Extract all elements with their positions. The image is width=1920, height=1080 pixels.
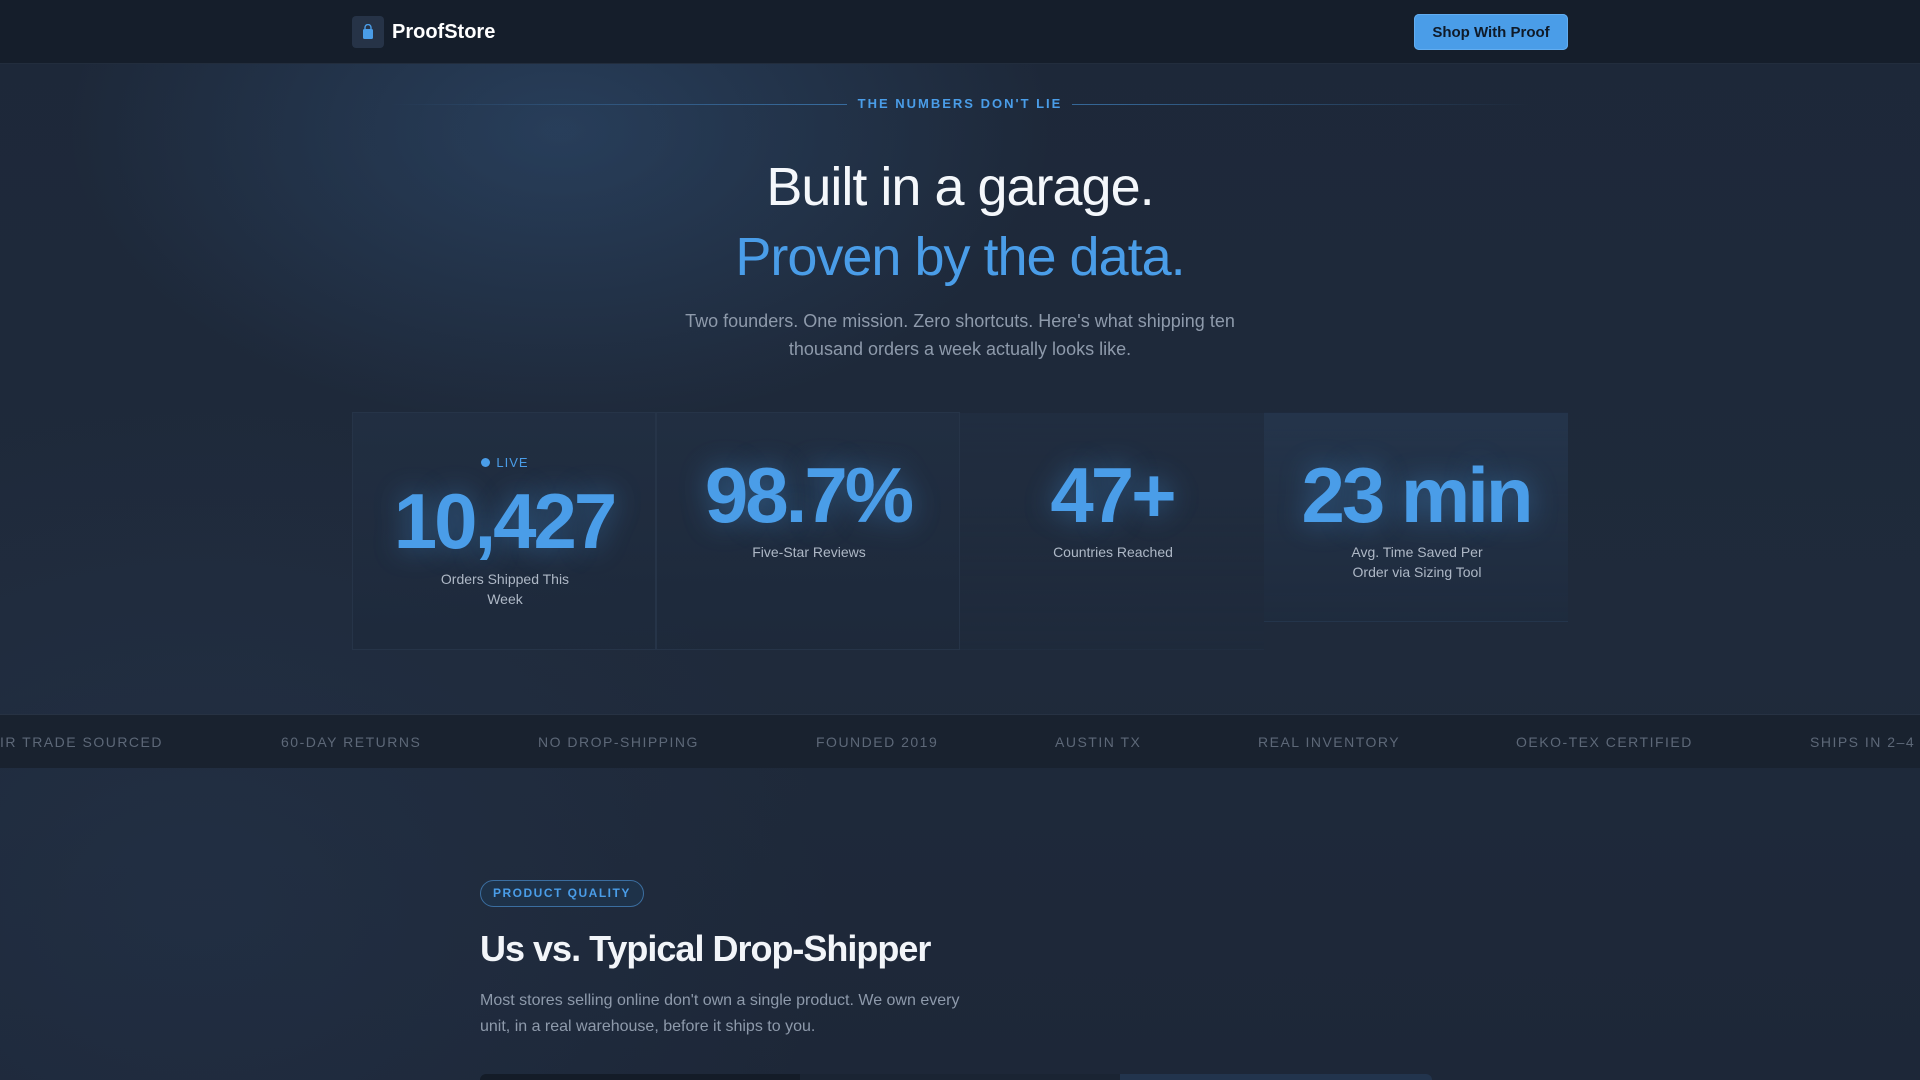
comparison-column-header [1120,1074,1432,1080]
marquee-item: REAL INVENTORY [1258,734,1401,750]
brand-name: ProofStore [392,20,496,43]
eyebrow-divider-left [390,104,847,105]
stat-value: 10,427 [393,477,618,565]
comparison-subtitle: Most stores selling online don't own a s… [480,992,960,1035]
hero-eyebrow: THE NUMBERS DON'T LIE [857,96,1063,111]
stat-card-time-saved: 23 min Avg. Time Saved Per Order via Siz… [1264,412,1568,622]
hero-subtitle: Two founders. One mission. Zero shortcut… [685,311,1235,359]
trust-marquee: IR TRADE SOURCED 60-DAY RETURNS NO DROP-… [0,714,1920,768]
marquee-item: NO DROP-SHIPPING [538,734,699,750]
marquee-item: OEKO-TEX CERTIFIED [1516,734,1693,750]
marquee-item: FOUNDED 2019 [816,734,939,750]
stat-value: 47+ [1050,451,1176,539]
stats-grid: LIVE 10,427 Orders Shipped This Week 98.… [352,412,1568,650]
top-nav: ProofStore Shop With Proof [0,0,1920,64]
comparison-title: Us vs. Typical Drop-Shipper [480,928,931,969]
marquee-item: SHIPS IN 2–4 [1810,734,1916,750]
shop-with-proof-button[interactable]: Shop With Proof [1414,14,1568,50]
eyebrow-divider-right [1072,104,1530,105]
shopping-bag-icon [352,16,384,48]
live-dot-icon [481,458,491,467]
stat-card-reviews: 98.7% Five-Star Reviews [656,412,960,650]
live-label: LIVE [496,455,529,470]
stat-label: Five-Star Reviews [752,544,866,560]
stat-label: Avg. Time Saved Per Order via Sizing Too… [1351,544,1483,580]
stat-label: Countries Reached [1053,544,1173,560]
live-indicator: LIVE [353,455,657,470]
stat-card-orders: LIVE 10,427 Orders Shipped This Week [352,412,656,650]
brand[interactable]: ProofStore [352,16,495,48]
stat-value: 23 min [1301,451,1533,539]
marquee-item: AUSTIN TX [1055,734,1142,750]
comparison-column-header [480,1074,800,1080]
comparison-table-header [480,1074,1432,1080]
stat-value: 98.7% [704,451,914,539]
eyebrow-row: THE NUMBERS DON'T LIE [390,94,1530,114]
stat-card-countries: 47+ Countries Reached [960,412,1264,650]
stat-label: Orders Shipped This Week [440,571,570,607]
marquee-item: 60-DAY RETURNS [281,734,422,750]
product-quality-badge: PRODUCT QUALITY [480,880,644,907]
hero-title: Built in a garage. [766,157,1154,217]
comparison-column-header [800,1074,1120,1080]
page: ProofStore Shop With Proof THE NUMBERS D… [0,0,1920,1080]
hero-title-accent: Proven by the data. [735,227,1185,287]
marquee-item: IR TRADE SOURCED [0,734,163,750]
